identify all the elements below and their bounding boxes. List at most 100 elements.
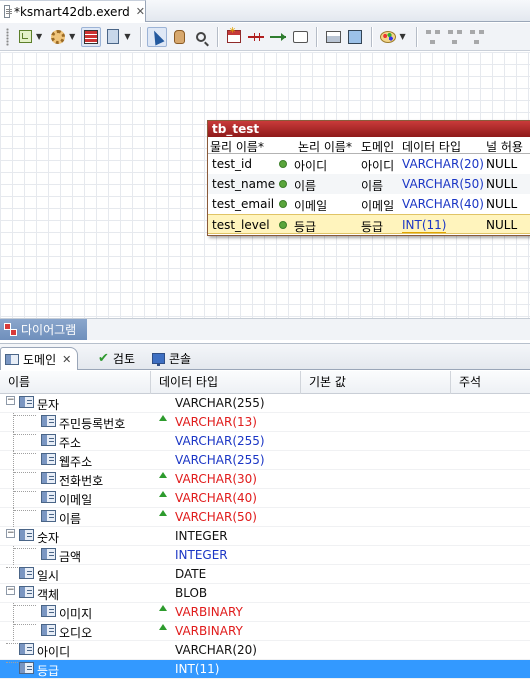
hand-icon <box>173 29 185 44</box>
column-domain: 등급 <box>361 220 384 234</box>
domain-row[interactable]: 전화번호 VARCHAR(30) <box>0 470 530 489</box>
settings-dropdown-icon[interactable]: ▼ <box>69 32 75 41</box>
domain-name: 문자 <box>37 398 60 412</box>
pan-tool-button[interactable] <box>169 27 189 47</box>
domain-icon <box>41 415 56 427</box>
column-domain: 이메일 <box>361 199 395 213</box>
domain-row[interactable]: 주민등록번호 VARCHAR(13) <box>0 413 530 432</box>
palette-dropdown-icon[interactable]: ▼ <box>399 32 405 41</box>
diagram-icon <box>4 323 17 336</box>
domain-row[interactable]: 일시 DATE <box>0 565 530 584</box>
settings-button[interactable] <box>48 27 68 47</box>
entity-header-row: 물리 이름* 논리 이름* 도메인 데이터 타입 널 허용 <box>208 137 530 154</box>
entity-title[interactable]: tb_test <box>208 121 530 137</box>
relation-icon <box>248 32 265 41</box>
domain-row[interactable]: 주소 VARCHAR(255) <box>0 432 530 451</box>
domain-icon <box>19 396 34 408</box>
entity-column-row[interactable]: test_name 이름 이름 VARCHAR(50) NULL <box>208 174 530 194</box>
domain-row[interactable]: − 객체 BLOB <box>0 584 530 603</box>
entity-column-row[interactable]: test_email 이메일 이메일 VARCHAR(40) NULL <box>208 194 530 214</box>
domain-name: 등급 <box>37 664 60 678</box>
domain-row[interactable]: 이미지 VARBINARY <box>0 603 530 622</box>
domain-row[interactable]: 이메일 VARCHAR(40) <box>0 489 530 508</box>
close-icon[interactable]: ✕ <box>62 353 71 366</box>
domain-row[interactable]: 아이디 VARCHAR(20) <box>0 641 530 660</box>
layer-button[interactable] <box>15 27 35 47</box>
tab-diagram[interactable]: 다이어그램 <box>0 319 87 340</box>
domain-row[interactable]: − 숫자 INTEGER <box>0 527 530 546</box>
align-button-3[interactable] <box>467 27 487 47</box>
grid-button[interactable] <box>81 26 102 47</box>
override-flag-icon <box>159 472 167 478</box>
domain-row[interactable]: 오디오 VARBINARY <box>0 622 530 641</box>
grid-header: 이름 데이터 타입 기본 값 주석 <box>0 371 530 394</box>
clipboard-dropdown-icon[interactable]: ▼ <box>124 32 130 41</box>
tab-review[interactable]: ✔ 검토 <box>94 347 141 370</box>
palette-button[interactable] <box>378 27 398 47</box>
domain-name: 객체 <box>37 588 60 602</box>
tree-guide-line <box>6 662 18 663</box>
toolbar-separator <box>140 26 142 47</box>
column-header-default[interactable]: 기본 값 <box>301 371 451 394</box>
column-header-comment[interactable]: 주석 <box>451 371 530 394</box>
print-icon <box>325 30 341 43</box>
tree-guide-line <box>14 605 36 606</box>
collapse-icon[interactable]: − <box>6 396 15 405</box>
header-logical-name: 논리 이름* <box>298 140 352 154</box>
domain-datatype: VARBINARY <box>175 605 243 619</box>
identifying-relation-button[interactable] <box>268 27 288 47</box>
domain-datatype: VARBINARY <box>175 624 243 638</box>
domain-row[interactable]: 웹주소 VARCHAR(255) <box>0 451 530 470</box>
zoom-tool-button[interactable] <box>191 27 211 47</box>
toolbar-grip-icon[interactable] <box>6 27 9 46</box>
tab-console-label: 콘솔 <box>169 352 192 366</box>
domain-icon <box>19 529 34 541</box>
domain-grid: 이름 데이터 타입 기본 값 주석 − 문자 VARCHAR(255) 주민등록번호 V… <box>0 371 530 681</box>
close-icon[interactable]: ✕ <box>136 5 145 18</box>
toolbar-separator <box>371 26 373 47</box>
tree-guide-line <box>14 415 36 416</box>
domain-name: 일시 <box>37 569 60 583</box>
collapse-icon[interactable]: − <box>6 529 15 538</box>
domain-row[interactable]: 이름 VARCHAR(50) <box>0 508 530 527</box>
entity-table-tb-test[interactable]: tb_test 물리 이름* 논리 이름* 도메인 데이터 타입 널 허용 te… <box>207 120 530 236</box>
diagram-toolbar: ▼ ▼ ▼ ▼ <box>0 23 530 51</box>
grid-icon <box>84 29 99 44</box>
select-tool-button[interactable] <box>147 26 168 47</box>
column-header-name[interactable]: 이름 <box>0 371 151 394</box>
domain-name: 이름 <box>59 512 82 526</box>
domain-name: 숫자 <box>37 531 60 545</box>
tab-console[interactable]: 콘솔 <box>148 347 197 370</box>
align-button[interactable] <box>423 27 443 47</box>
print-button[interactable] <box>323 27 343 47</box>
layer-dropdown-icon[interactable]: ▼ <box>36 32 42 41</box>
toolbar-separator <box>316 26 318 47</box>
clipboard-button[interactable] <box>103 27 123 47</box>
align-icon <box>447 29 462 44</box>
domain-row[interactable]: − 문자 VARCHAR(255) <box>0 394 530 413</box>
export-button[interactable] <box>345 27 365 47</box>
domain-datatype: DATE <box>175 567 207 581</box>
column-domain: 아이디 <box>361 159 395 173</box>
new-table-button[interactable] <box>224 25 244 47</box>
note-button[interactable] <box>290 27 310 47</box>
domain-row-selected[interactable]: 등급 INT(11) <box>0 660 530 679</box>
entity-column-row-selected[interactable]: test_level 등급 등급 INT(11) NULL <box>208 214 530 234</box>
domain-icon <box>19 586 34 598</box>
column-status-icon <box>279 200 287 208</box>
collapse-icon[interactable]: − <box>6 586 15 595</box>
tree-guide-line <box>14 453 36 454</box>
column-physical-name: test_id <box>212 157 252 171</box>
diagram-canvas[interactable]: tb_test 물리 이름* 논리 이름* 도메인 데이터 타입 널 허용 te… <box>0 52 530 318</box>
override-flag-icon <box>159 624 167 630</box>
domain-datatype: INTEGER <box>175 548 228 562</box>
column-header-datatype[interactable]: 데이터 타입 <box>151 371 301 394</box>
tab-domain[interactable]: 도메인 ✕ <box>0 347 79 370</box>
domain-row[interactable]: 금액 INTEGER <box>0 546 530 565</box>
editor-tab-ksmart42db[interactable]: *ksmart42db.exerd ✕ <box>0 0 146 22</box>
column-physical-name: test_name <box>212 177 276 191</box>
override-flag-icon <box>159 605 167 611</box>
relation-button[interactable] <box>246 27 266 47</box>
align-button-2[interactable] <box>445 27 465 47</box>
entity-column-row[interactable]: test_id 아이디 아이디 VARCHAR(20) NULL <box>208 154 530 174</box>
